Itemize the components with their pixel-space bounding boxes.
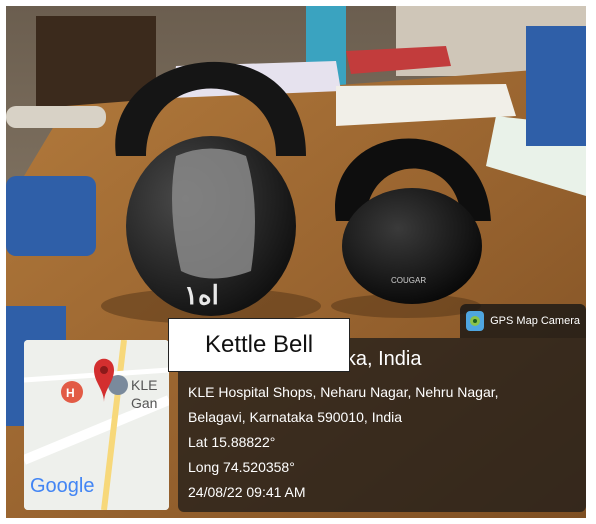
gps-camera-app-icon	[466, 311, 485, 331]
google-logo: Google	[30, 475, 95, 497]
photo-frame: ا‌ە۱ COUGAR H KLE Gan Google	[0, 0, 596, 524]
address-line-1: KLE Hospital Shops, Neharu Nagar, Nehru …	[188, 384, 499, 400]
map-place-label-1: KLE	[131, 377, 157, 393]
map-place-label-2: Gan	[131, 395, 157, 411]
gps-app-name: GPS Map Camera	[490, 315, 580, 327]
small-kettlebell: COUGAR	[335, 138, 491, 304]
gps-app-tag: GPS Map Camera	[460, 304, 586, 338]
timestamp: 24/08/22 09:41 AM	[188, 484, 306, 500]
longitude: Long 74.520358°	[188, 459, 295, 475]
address-line-2: Belagavi, Karnataka 590010, India	[188, 409, 403, 425]
small-kettlebell-brand: COUGAR	[391, 276, 426, 285]
kettle-bell-label: Kettle Bell	[168, 318, 350, 372]
svg-text:H: H	[66, 386, 75, 400]
kettle-bell-label-text: Kettle Bell	[204, 331, 314, 358]
map-thumbnail: H KLE Gan Google	[24, 340, 169, 510]
latitude: Lat 15.88822°	[188, 434, 276, 450]
large-kettlebell-mark: ا‌ە۱	[184, 280, 219, 310]
map-graphic: H KLE Gan Google	[24, 340, 169, 510]
